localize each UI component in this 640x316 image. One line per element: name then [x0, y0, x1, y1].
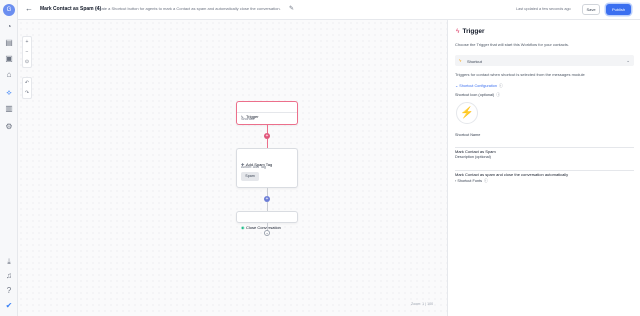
close-conversation-node[interactable]: ◉ Close Conversation [236, 211, 298, 230]
automation-icon[interactable]: ⟡ [4, 88, 14, 98]
zoom-controls: + − ⊙ [22, 36, 32, 68]
description-label: Description (optional) [455, 155, 491, 159]
last-updated-text: Last updated a few seconds ago [516, 6, 571, 11]
left-rail: G ◔ ▤ ▣ ⌂ ⟡ ▥ ⚙ ⤓ ♫ ? ✔ [0, 0, 18, 316]
add-spam-tag-node[interactable]: ✚ Add Spam Tag Action: Add Tag Spam [236, 148, 298, 188]
zoom-readout: Zoom: 1 | 100 [411, 302, 434, 306]
workflow-description: Create a Shortcut button for agents to m… [95, 6, 281, 12]
download-icon[interactable]: ⤓ [4, 257, 14, 267]
dashboard-icon[interactable]: ◔ [4, 22, 14, 32]
save-button[interactable]: Save [582, 4, 600, 15]
info-icon: ⓘ [499, 84, 503, 88]
close-node-title: Close Conversation [246, 224, 281, 230]
panel-title: ϟ Trigger [456, 28, 485, 35]
trigger-node[interactable]: ϟ Trigger Shortcut [236, 101, 298, 125]
add-step-end-button[interactable]: + [264, 230, 270, 236]
info-icon: ⓘ [484, 179, 488, 183]
shortcut-icon-label: Shortcut Icon (optional) ⓘ [455, 93, 501, 97]
conversations-icon[interactable]: ▤ [4, 38, 14, 48]
action-node-subtitle: Action: Add Tag [241, 165, 266, 169]
edit-pencil-icon[interactable]: ✎ [289, 5, 294, 12]
description-input[interactable]: Mark Contact as spam and close the conve… [455, 163, 634, 177]
info-icon: ⓘ [496, 93, 501, 97]
profile-icon[interactable]: ✔ [4, 301, 14, 311]
notifications-icon[interactable]: ♫ [4, 271, 14, 281]
shortcut-icon-picker[interactable]: ⚡ [456, 102, 478, 124]
shortcut-name-input[interactable]: Mark Contact as Spam [455, 140, 634, 154]
back-arrow-icon[interactable]: ← [25, 4, 33, 13]
shortcut-name-label: Shortcut Name [455, 133, 481, 137]
trigger-select[interactable]: ϟ Shortcut ⌄ [455, 55, 634, 66]
reporting-icon[interactable]: ▥ [4, 104, 14, 114]
connector-line [267, 139, 268, 148]
trigger-settings-panel: ϟ Trigger Choose the Trigger that will st… [447, 20, 640, 316]
trigger-hint: Triggers for contact when shortcut is se… [455, 72, 585, 77]
trigger-select-value: Shortcut [467, 58, 482, 64]
fit-view-button[interactable]: ⊙ [23, 57, 31, 67]
publish-button[interactable]: Publish [606, 4, 631, 15]
settings-icon[interactable]: ⚙ [4, 122, 14, 132]
app-logo[interactable]: G [3, 4, 15, 16]
bolt-icon: ϟ [459, 57, 462, 63]
zoom-in-button[interactable]: + [23, 37, 31, 47]
chevron-down-icon: ⌄ [626, 57, 630, 63]
shortcut-fonts-toggle[interactable]: › Shortcut Fonts ⓘ [455, 179, 488, 184]
opportunities-icon[interactable]: ⌂ [4, 70, 14, 80]
tag-chip: Spam [241, 172, 259, 181]
workflow-title: Mark Contact as Spam (4) [40, 6, 102, 12]
bolt-icon: ϟ [456, 28, 460, 35]
help-icon[interactable]: ? [4, 286, 14, 296]
top-header: ← Mark Contact as Spam (4) Create a Shor… [18, 0, 640, 20]
shortcut-configuration-toggle[interactable]: ⌄ Shortcut Configuration ⓘ [455, 83, 503, 89]
history-controls: ↶ ↷ [22, 77, 32, 99]
zoom-out-button[interactable]: − [23, 47, 31, 57]
node-divider [237, 112, 297, 113]
undo-button[interactable]: ↶ [23, 78, 31, 88]
connector-line [267, 202, 268, 211]
lightning-bolt-icon: ⚡ [460, 107, 474, 119]
redo-button[interactable]: ↷ [23, 88, 31, 98]
panel-description: Choose the Trigger that will start this … [455, 42, 569, 47]
trigger-node-subtitle: Shortcut [241, 117, 255, 121]
contacts-icon[interactable]: ▣ [4, 54, 14, 64]
workflow-canvas[interactable]: + − ⊙ ↶ ↷ ϟ Trigger Shortcut + ✚ Add Spam … [18, 20, 447, 316]
